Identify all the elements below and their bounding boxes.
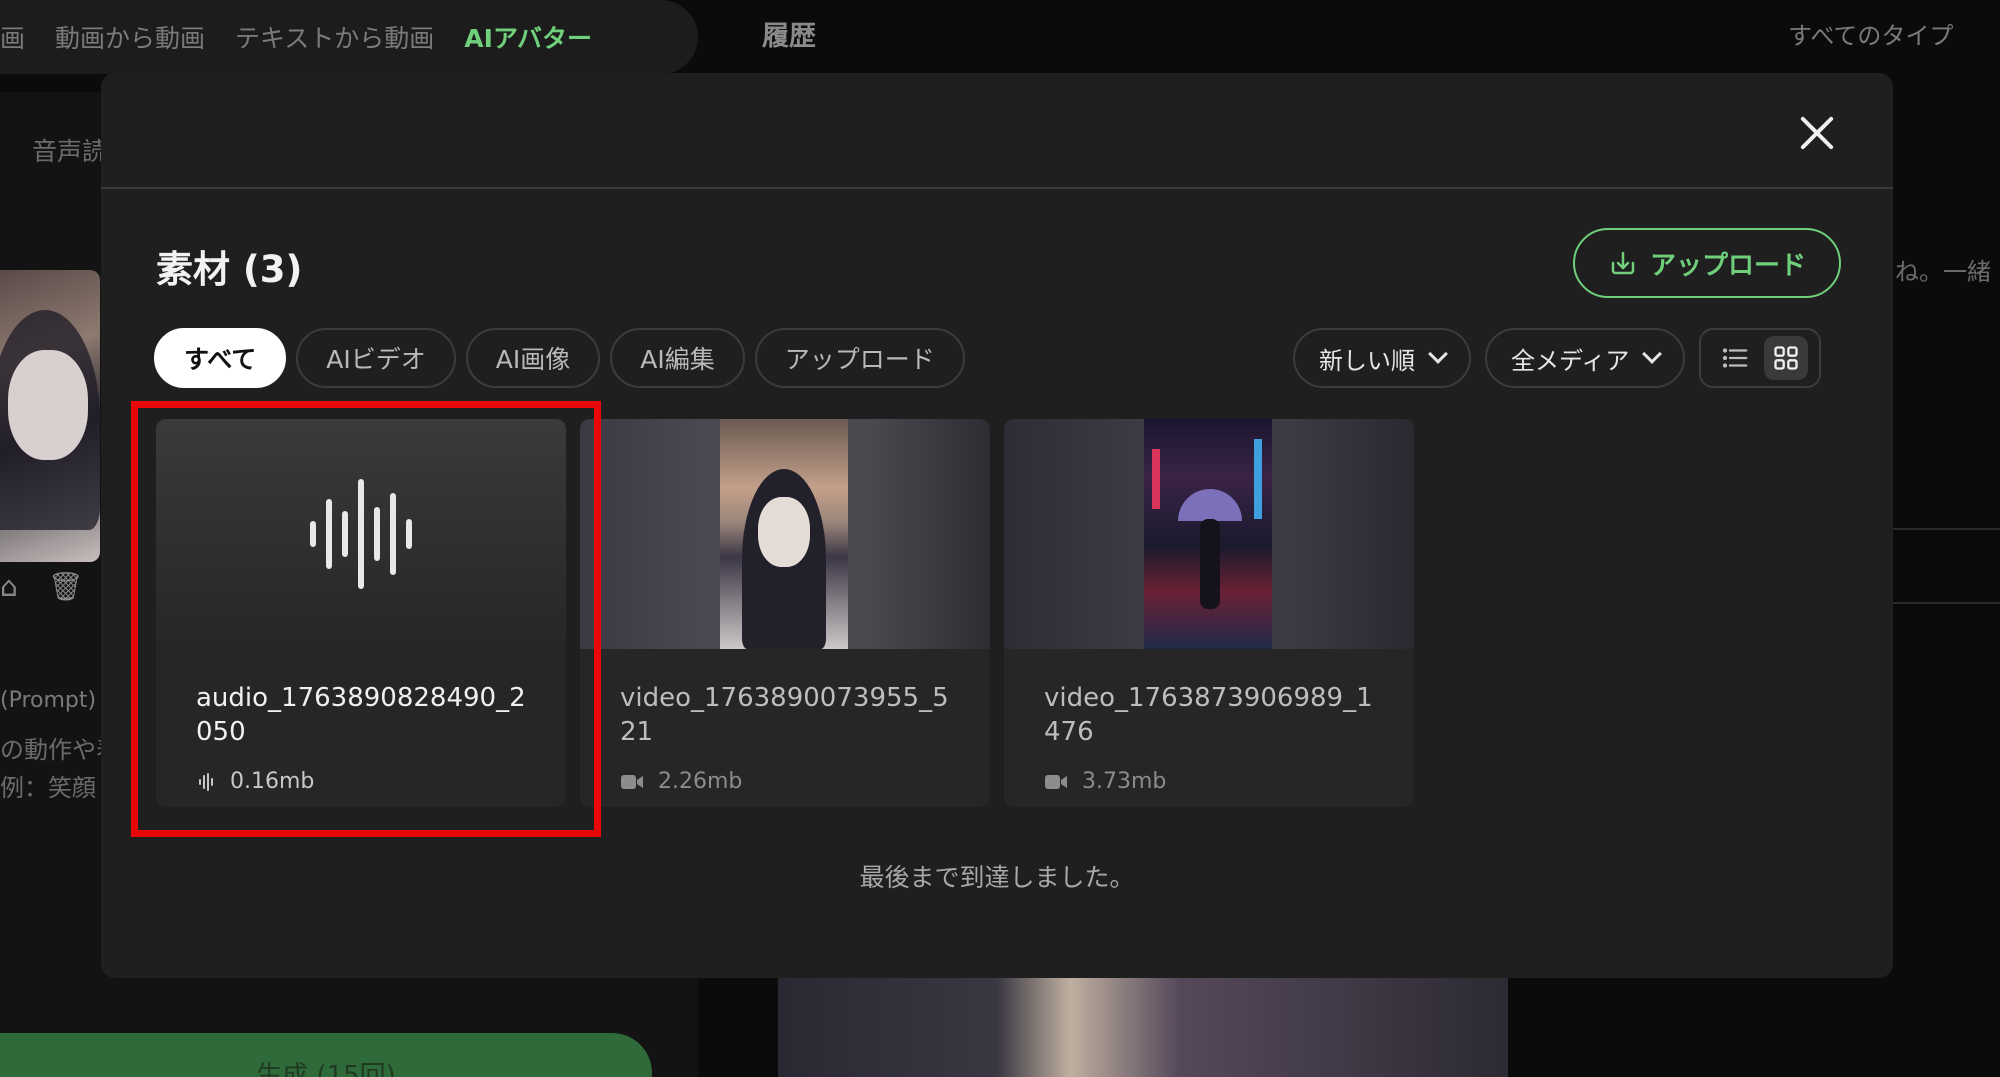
sort-dropdown-label: 新しい順 [1319, 346, 1415, 375]
grid-view-button[interactable] [1763, 336, 1808, 380]
asset-meta: 2.26mb [620, 769, 742, 794]
neon-sign [1254, 439, 1262, 519]
list-view-icon [1722, 348, 1748, 368]
media-filter-label: 全メディア [1511, 346, 1630, 375]
video-camera-icon [1045, 774, 1067, 789]
avatar-thumbnail[interactable] [0, 270, 100, 562]
list-view-button[interactable] [1713, 336, 1757, 380]
asset-thumbnail [156, 419, 566, 649]
asset-meta: 3.73mb [1044, 769, 1166, 794]
video-thumbnail-image [720, 419, 848, 649]
neon-sign [1152, 449, 1160, 509]
asset-thumbnail [580, 419, 990, 649]
prompt-placeholder-line-2[interactable]: 例：笑顔 [0, 768, 96, 803]
asset-card-audio[interactable]: audio_1763890828490_2050 0.16mb [156, 419, 566, 807]
thumbnail-actions: ⌂ 🗑 [0, 570, 83, 603]
asset-meta: 0.16mb [196, 769, 314, 794]
video-camera-icon [621, 774, 643, 789]
modal-title: 素材 (3) [156, 248, 303, 291]
prompt-label: (Prompt) [0, 688, 97, 713]
filter-ai-video[interactable]: AIビデオ [296, 328, 456, 388]
grid-view-icon [1774, 346, 1798, 370]
sort-dropdown[interactable]: 新しい順 [1293, 328, 1471, 388]
history-preview-text: ね。一緒 [1895, 258, 1991, 286]
audio-icon [199, 772, 213, 791]
thumbnail-face [8, 350, 88, 460]
nav-tab-video-to-video[interactable]: 動画から動画 [55, 19, 205, 55]
video-thumbnail-image [1144, 419, 1272, 649]
generate-button[interactable]: 生成 (15回) [0, 1033, 652, 1077]
history-title: 履歴 [762, 21, 816, 52]
filter-ai-edit[interactable]: AI編集 [610, 328, 745, 388]
audio-wave-icon [310, 479, 412, 589]
asset-grid: audio_1763890828490_2050 0.16mb video_17… [156, 419, 1414, 807]
asset-card-video[interactable]: video_1763890073955_521 2.26mb [580, 419, 990, 807]
folder-icon[interactable]: ⌂ [0, 570, 18, 603]
upload-button-label: アップロード [1649, 250, 1806, 281]
trash-icon[interactable]: 🗑 [48, 570, 84, 603]
asset-name: video_1763890073955_521 [620, 683, 949, 747]
top-navigation: 画 動画から動画 テキストから動画 AIアバター [0, 0, 698, 74]
asset-name: audio_1763890828490_2050 [196, 683, 526, 747]
voice-label: 音声読 [32, 137, 108, 166]
modal-header [101, 73, 1893, 189]
filter-upload[interactable]: アップロード [754, 328, 965, 388]
asset-thumbnail [1004, 419, 1414, 649]
filter-all[interactable]: すべて [154, 328, 287, 388]
sort-controls: 新しい順 全メディア [1293, 328, 1822, 388]
media-filter-dropdown[interactable]: 全メディア [1485, 328, 1686, 388]
asset-size: 0.16mb [230, 769, 315, 794]
upload-button[interactable]: アップロード [1573, 228, 1841, 298]
asset-size: 2.26mb [658, 769, 743, 794]
nav-tab-image-to-video[interactable]: 画 [0, 19, 25, 55]
close-icon[interactable] [1797, 113, 1837, 153]
type-filter-dropdown[interactable]: すべてのタイプ [1788, 16, 1953, 51]
thumbnail-face [758, 497, 810, 567]
filter-chips: すべて AIビデオ AI画像 AI編集 アップロード [154, 328, 965, 388]
chevron-down-icon [1428, 344, 1448, 364]
view-toggle [1699, 328, 1822, 388]
umbrella [1178, 489, 1242, 521]
asset-size: 3.73mb [1082, 769, 1167, 794]
asset-name: video_1763873906989_1476 [1044, 683, 1373, 747]
history-video-thumbnail[interactable] [778, 978, 1508, 1077]
figure [1200, 519, 1220, 609]
asset-card-video[interactable]: video_1763873906989_1476 3.73mb [1004, 419, 1414, 807]
nav-tab-ai-avatar[interactable]: AIアバター [464, 19, 592, 55]
filter-ai-image[interactable]: AI画像 [465, 328, 601, 388]
end-of-list-message: 最後まで到達しました。 [859, 863, 1135, 892]
assets-modal: 素材 (3) アップロード すべて AIビデオ AI画像 AI編集 アップロード… [101, 73, 1893, 978]
chevron-down-icon [1642, 344, 1663, 364]
upload-icon [1611, 251, 1635, 275]
nav-tab-text-to-video[interactable]: テキストから動画 [235, 19, 434, 55]
history-row-divider [1890, 528, 2000, 604]
